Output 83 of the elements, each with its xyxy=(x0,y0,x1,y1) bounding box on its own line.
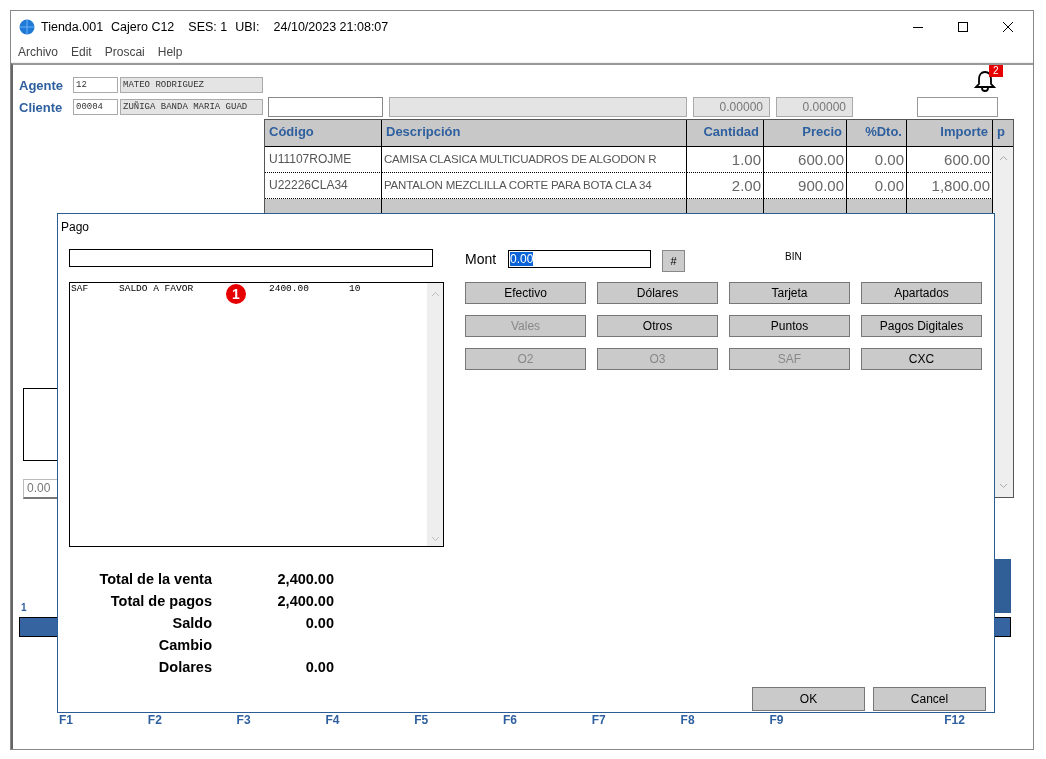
window-title: UBI: xyxy=(235,19,260,34)
ok-button[interactable]: OK xyxy=(752,687,865,711)
function-key-label: F2 xyxy=(147,713,163,727)
bin-label: BIN xyxy=(785,251,802,262)
column-header: Cantidad xyxy=(687,120,764,146)
scroll-up-icon xyxy=(998,155,1008,161)
column-header: Importe xyxy=(907,120,993,146)
total-value: 0.00 xyxy=(304,658,334,676)
text-field[interactable] xyxy=(389,97,687,117)
payment-button[interactable]: Efectivo xyxy=(465,282,586,304)
list-text: SAF xyxy=(71,283,90,294)
amount-field[interactable]: 0.00 xyxy=(508,250,651,268)
window-title: SES: 1 xyxy=(188,19,228,34)
table-cell: 0.00 xyxy=(847,147,907,173)
window-title: 24/10/2023 21:08:07 xyxy=(273,19,389,34)
amount-field[interactable]: 0.00000 xyxy=(693,97,770,117)
payment-button[interactable]: Dólares xyxy=(597,282,718,304)
column-header: Código xyxy=(265,120,382,146)
menu-item[interactable]: Help xyxy=(157,45,183,59)
column-header: Descripción xyxy=(382,120,687,146)
list-text: 10 xyxy=(349,283,361,294)
column-header: p xyxy=(996,123,1006,141)
function-key-label: F7 xyxy=(591,713,607,727)
function-key-label: F6 xyxy=(503,713,518,727)
column-header: %Dto. xyxy=(847,120,907,146)
list-row[interactable]: SAF SALDO A FAVOR 1 2400.00 10 xyxy=(70,283,427,305)
amount-field[interactable]: 0.00000 xyxy=(776,97,853,117)
name-field[interactable]: MATEO RODRIGUEZ xyxy=(120,77,263,93)
total-label: Dolares xyxy=(157,658,212,676)
payment-button[interactable]: Otros xyxy=(597,315,718,337)
total-value: 2,400.00 xyxy=(276,592,334,610)
total-label: Cambio xyxy=(157,636,212,654)
table-cell: 1.00 xyxy=(687,147,764,173)
payment-button[interactable]: Tarjeta xyxy=(729,282,850,304)
field-label: Cliente xyxy=(19,99,64,115)
menu-item[interactable]: Proscai xyxy=(104,45,145,59)
name-field[interactable]: ZUÑIGA BANDA MARIA GUAD xyxy=(120,99,263,115)
total-value: 0.00 xyxy=(304,614,334,632)
function-key-label: F9 xyxy=(769,713,785,727)
number-badge: 1 xyxy=(226,284,246,304)
payment-button[interactable]: Pagos Digitales xyxy=(861,315,982,337)
function-key-label: F5 xyxy=(414,713,430,727)
table-cell: CAMISA CLASICA MULTICUADROS DE ALGODON R xyxy=(382,147,687,173)
text-field[interactable] xyxy=(268,97,383,117)
function-key-label: F12 xyxy=(944,713,966,727)
maximize-icon xyxy=(957,21,968,32)
table-cell: U11107ROJME xyxy=(265,147,382,173)
cancel-button[interactable]: Cancel xyxy=(873,687,986,711)
globe-icon xyxy=(19,18,35,35)
field-label: Agente xyxy=(19,77,65,93)
payment-button[interactable]: Apartados xyxy=(861,282,982,304)
window-title: Cajero C12 xyxy=(111,19,175,34)
function-key-label: F4 xyxy=(325,713,341,727)
total-label: Total de pagos xyxy=(109,592,212,610)
close-icon xyxy=(1002,21,1013,32)
hash-button[interactable]: # xyxy=(662,250,685,272)
column-header: Precio xyxy=(764,120,847,146)
total-label: Total de la venta xyxy=(98,570,212,588)
notification-badge: 2 xyxy=(989,64,1003,77)
menu-item[interactable]: Edit xyxy=(71,45,92,59)
list-text: SALDO A FAVOR xyxy=(119,283,195,294)
bell-icon xyxy=(973,68,997,93)
scroll-up-icon xyxy=(430,291,440,297)
total-value: 2,400.00 xyxy=(276,570,334,588)
text-field[interactable] xyxy=(69,249,433,267)
scroll-down-icon xyxy=(998,483,1008,489)
payment-button[interactable]: Puntos xyxy=(729,315,850,337)
scroll-down-icon xyxy=(430,536,440,542)
counter-text: 1 xyxy=(21,602,27,613)
field-label: Mont xyxy=(465,251,498,267)
total-label: Saldo xyxy=(171,614,212,632)
window-title: Tienda.001 xyxy=(41,19,104,34)
payment-button[interactable]: CXC xyxy=(861,348,982,370)
list-text: 2400.00 xyxy=(269,283,310,294)
code-field[interactable]: 00004 xyxy=(73,99,118,115)
function-key-label: F3 xyxy=(236,713,252,727)
table-cell: 600.00 xyxy=(764,147,847,173)
menu-item[interactable]: Archivo xyxy=(18,45,58,59)
code-field[interactable]: 12 xyxy=(73,77,118,93)
dialog-title: Pago xyxy=(60,219,91,236)
function-key-label: F1 xyxy=(59,713,74,727)
text-field[interactable] xyxy=(917,97,998,117)
function-key-label: F8 xyxy=(680,713,696,727)
